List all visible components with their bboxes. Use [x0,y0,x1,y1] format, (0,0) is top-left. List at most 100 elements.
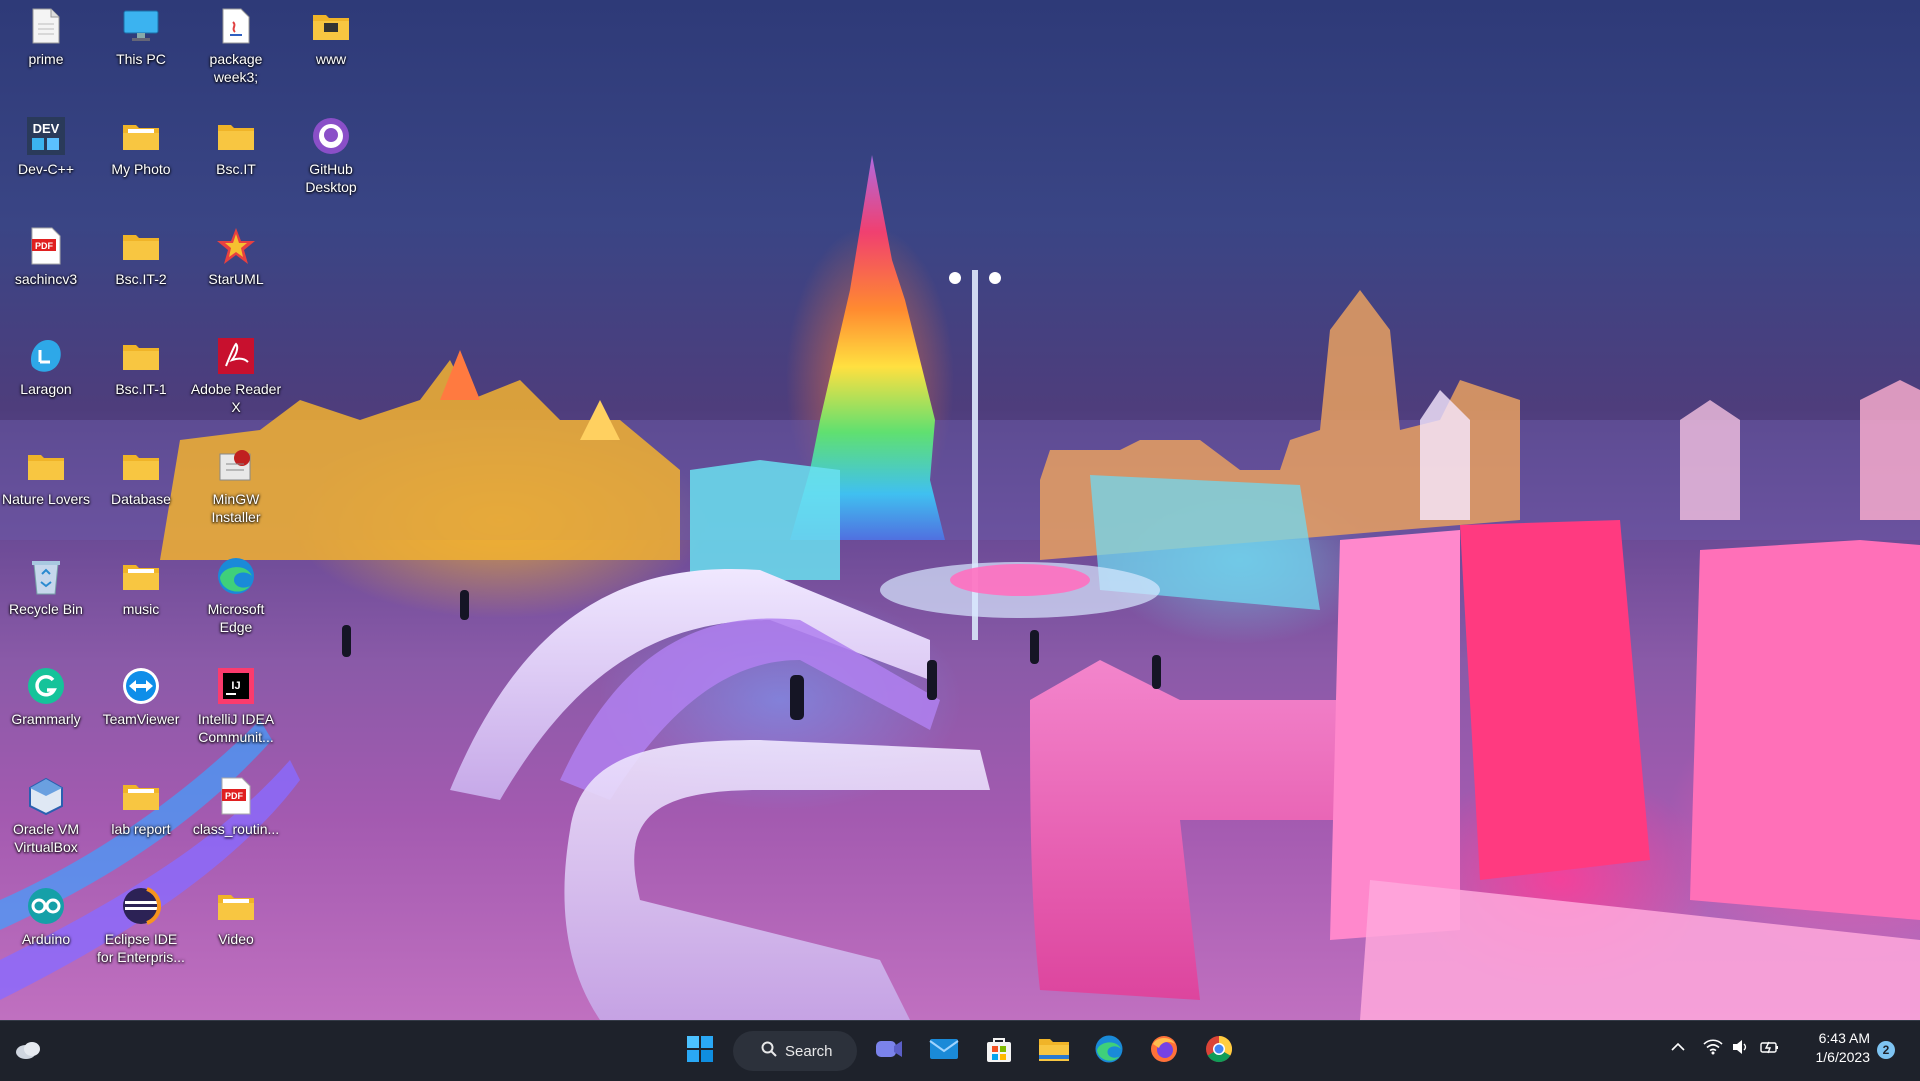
document-icon [26,6,66,46]
desktop-icon-label: sachincv3 [14,271,78,287]
chrome-icon [1204,1034,1234,1069]
taskbar-file-explorer-button[interactable] [1034,1031,1074,1071]
taskbar-search-button[interactable]: Search [733,1031,857,1071]
file-explorer-icon [1038,1036,1070,1067]
desktop-icon-bsc-it-2[interactable]: Bsc.IT-2 [95,226,187,288]
desktop-icon-www[interactable]: www [285,6,377,68]
desktop-icon-github-desktop[interactable]: GitHub Desktop [285,116,377,196]
desktop-icon-arduino[interactable]: Arduino [0,886,92,948]
desktop-icon-bsc-it-1[interactable]: Bsc.IT-1 [95,336,187,398]
github-icon [311,116,351,156]
desktop-icon-label: This PC [116,51,166,67]
folder-icon [311,6,351,46]
desktop-icon-bsc-it[interactable]: Bsc.IT [190,116,282,178]
laragon-icon [26,336,66,376]
battery-icon [1760,1041,1780,1058]
desktop-icon-grammarly[interactable]: Grammarly [0,666,92,728]
desktop-icon-label: Recycle Bin [9,601,83,617]
desktop-icon-class-routine[interactable]: PDF class_routin... [190,776,282,838]
folder-icon [121,776,161,816]
adobe-reader-icon [216,336,256,376]
desktop-icon-label: package week3; [209,51,263,85]
mingw-icon [216,446,256,486]
desktop-icon-package-week3[interactable]: package week3; [190,6,282,86]
mail-icon [929,1037,959,1066]
desktop-icon-dev-cpp[interactable]: DEV Dev-C++ [0,116,92,178]
taskbar-firefox-button[interactable] [1144,1031,1184,1071]
desktop-icon-music[interactable]: music [95,556,187,618]
wifi-icon [1703,1039,1723,1058]
desktop-icon-label: Dev-C++ [17,161,75,177]
desktop-icon-video[interactable]: Video [190,886,282,948]
desktop-icon-recycle-bin[interactable]: Recycle Bin [0,556,92,618]
network-button[interactable] [1703,1039,1723,1058]
desktop-icon-eclipse-ide[interactable]: Eclipse IDE for Enterpris... [95,886,187,966]
clock[interactable]: 6:43 AM 1/6/2023 [1800,1029,1871,1067]
notification-badge[interactable]: 2 [1877,1041,1895,1059]
start-button[interactable] [680,1031,720,1071]
desktop-icon-label: Bsc.IT [216,161,256,177]
teams-chat-icon [874,1035,904,1068]
desktop-icon-label: Microsoft Edge [207,601,265,635]
search-icon [761,1041,777,1061]
battery-button[interactable] [1760,1039,1780,1058]
desktop-icon-microsoft-edge[interactable]: Microsoft Edge [190,556,282,636]
desktop-icon-mingw-installer[interactable]: MinGW Installer [190,446,282,526]
desktop-icon-label: Arduino [21,931,71,947]
taskbar-store-button[interactable] [979,1031,1019,1071]
firefox-icon [1149,1034,1179,1069]
taskbar-edge-button[interactable] [1089,1031,1129,1071]
desktop-icon-label: Laragon [20,381,72,397]
desktop-icon-label: Grammarly [11,711,81,727]
desktop-icon-nature-lovers[interactable]: Nature Lovers [0,446,92,508]
desktop-icon-my-photo[interactable]: My Photo [95,116,187,178]
desktop-icon-adobe-reader-x[interactable]: Adobe Reader X [190,336,282,416]
widgets-button[interactable] [8,1031,48,1071]
clock-date: 1/6/2023 [1815,1049,1871,1065]
folder-icon [216,886,256,926]
taskbar-chat-button[interactable] [869,1031,909,1071]
pdf-icon: PDF [26,226,66,266]
desktop-icon-staruml[interactable]: StarUML [190,226,282,288]
svg-text:DEV: DEV [33,121,60,136]
devcpp-icon: DEV [26,116,66,156]
staruml-icon [216,226,256,266]
desktop-icon-teamviewer[interactable]: TeamViewer [95,666,187,728]
desktop-icon-label: Eclipse IDE for Enterpris... [97,931,185,965]
desktop-icon-laragon[interactable]: Laragon [0,336,92,398]
taskbar-chrome-button[interactable] [1199,1031,1239,1071]
edge-icon [216,556,256,596]
taskbar: Search 6:43 AM 1/6/2023 2 [0,1020,1920,1081]
desktop-icon-label: Oracle VM VirtualBox [12,821,80,855]
virtualbox-icon [26,776,66,816]
desktop-icon-label: My Photo [111,161,171,177]
desktop-icon-label: Video [218,931,254,947]
desktop-icon-intellij-idea[interactable]: IJ IntelliJ IDEA Communit... [190,666,282,746]
show-hidden-icons-button[interactable] [1670,1039,1686,1058]
volume-button[interactable] [1732,1039,1750,1058]
edge-icon [1094,1034,1124,1069]
arduino-icon [26,886,66,926]
desktop-icon-prime[interactable]: prime [0,6,92,68]
desktop-icon-sachincv3[interactable]: PDF sachincv3 [0,226,92,288]
svg-text:PDF: PDF [225,791,244,801]
desktop-icon-label: prime [28,51,64,67]
desktop-icon-label: TeamViewer [102,711,180,727]
desktop-icon-lab-report[interactable]: lab report [95,776,187,838]
desktop-wallpaper: prime This PC package week3; www DEV Dev… [0,0,1920,1020]
volume-icon [1732,1040,1750,1058]
desktop-icon-database[interactable]: Database [95,446,187,508]
desktop-icon-label: IntelliJ IDEA Communit... [197,711,275,745]
taskbar-mail-button[interactable] [924,1031,964,1071]
desktop-icon-this-pc[interactable]: This PC [95,6,187,68]
chevron-up-icon [1670,1042,1686,1058]
desktop-icon-label: class_routin... [192,821,280,837]
teamviewer-icon [121,666,161,706]
desktop-icon-label: Adobe Reader X [190,381,282,415]
monitor-icon [121,6,161,46]
folder-icon [121,336,161,376]
folder-icon [216,116,256,156]
svg-text:PDF: PDF [35,241,54,251]
desktop-icon-oracle-vm-virtualbox[interactable]: Oracle VM VirtualBox [0,776,92,856]
start-icon [686,1035,714,1068]
